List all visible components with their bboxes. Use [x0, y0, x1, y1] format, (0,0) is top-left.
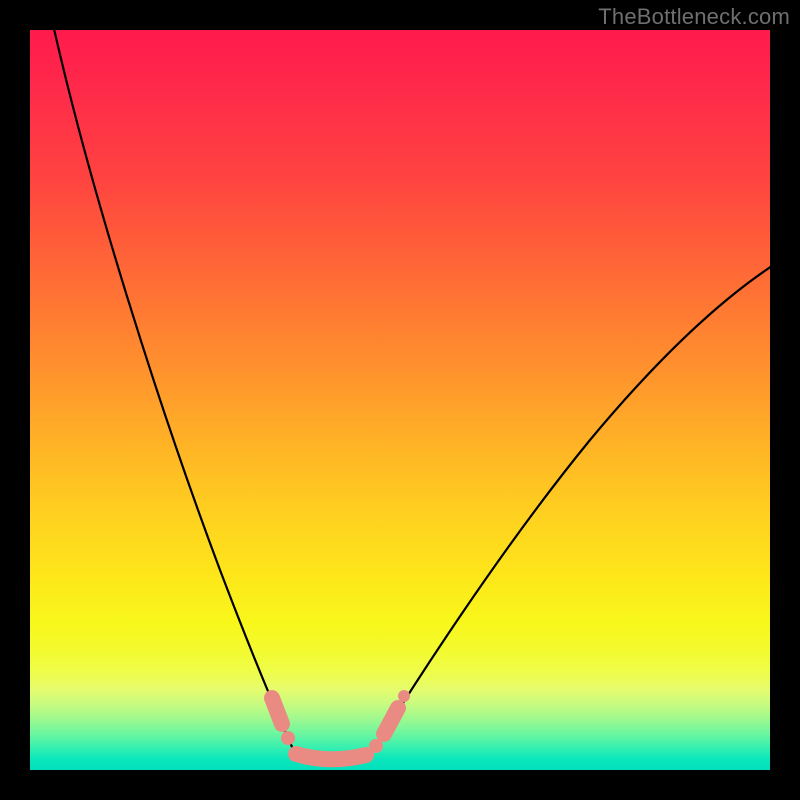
curve-layer: [30, 30, 770, 770]
marker-seg-floor: [296, 754, 366, 759]
outer-frame: TheBottleneck.com: [0, 0, 800, 800]
marker-seg-left-upper: [272, 698, 282, 724]
curve-left-arm: [52, 30, 296, 756]
curve-right-arm: [370, 266, 770, 756]
marker-seg-right-upper: [384, 708, 398, 734]
marker-dot-left: [281, 731, 295, 745]
watermark-text: TheBottleneck.com: [598, 4, 790, 30]
marker-dot-right-top: [398, 690, 410, 702]
plot-area: [30, 30, 770, 770]
valley-markers: [272, 690, 410, 759]
